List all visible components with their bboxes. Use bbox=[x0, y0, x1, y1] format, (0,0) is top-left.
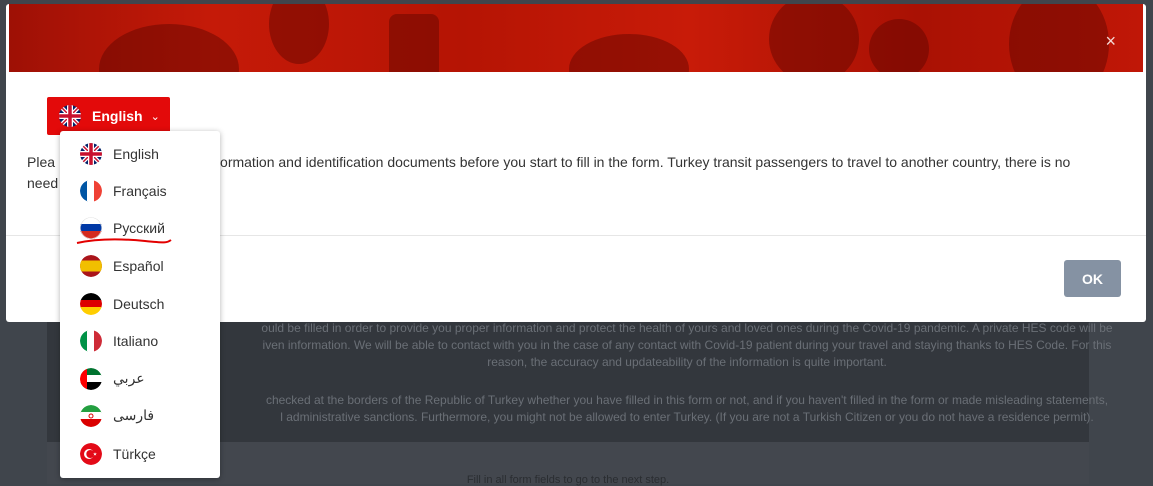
chevron-down-icon: ⌄ bbox=[150, 110, 160, 123]
language-option-english[interactable]: English bbox=[60, 135, 220, 172]
language-option-label: عربي bbox=[113, 370, 145, 386]
uk-flag-icon bbox=[80, 142, 102, 165]
selection-underline-annotation bbox=[76, 238, 172, 244]
italy-flag-icon bbox=[80, 329, 102, 352]
turkey-flag-icon bbox=[80, 442, 102, 465]
header-banner-image bbox=[9, 4, 1143, 72]
info-text: iven information. We will be able to con… bbox=[262, 338, 1112, 352]
close-button[interactable]: × bbox=[1105, 32, 1116, 50]
info-text: reason, the accuracy and updateability o… bbox=[487, 355, 887, 369]
uk-flag-icon bbox=[59, 105, 81, 127]
language-option-label: Español bbox=[113, 257, 164, 274]
france-flag-icon bbox=[80, 179, 102, 202]
body-text-fragment: ormation and identification documents be… bbox=[220, 154, 1071, 170]
language-option-label: Italiano bbox=[113, 332, 159, 349]
info-text: ould be filled in order to provide you p… bbox=[261, 321, 1113, 335]
language-option-arabic[interactable]: عربي bbox=[60, 360, 220, 397]
info-text: l administrative sanctions. Furthermore,… bbox=[280, 410, 1094, 424]
info-text: checked at the borders of the Republic o… bbox=[265, 393, 1109, 407]
language-select-label: English bbox=[92, 108, 143, 124]
language-option-label: Türkçe bbox=[113, 445, 156, 462]
germany-flag-icon bbox=[80, 292, 102, 315]
language-select-button[interactable]: English ⌄ bbox=[47, 97, 170, 135]
language-option-label: Français bbox=[113, 182, 167, 199]
body-text-fragment: Plea bbox=[27, 154, 56, 170]
language-option-spanish[interactable]: Español bbox=[60, 247, 220, 284]
language-option-label: فارسی bbox=[113, 407, 155, 423]
spain-flag-icon bbox=[80, 254, 102, 277]
language-option-french[interactable]: Français bbox=[60, 172, 220, 209]
language-option-label: Deutsch bbox=[113, 295, 165, 312]
body-text-fragment: need bbox=[27, 175, 59, 191]
language-option-german[interactable]: Deutsch bbox=[60, 285, 220, 322]
language-option-label: Русский bbox=[113, 219, 165, 236]
iran-flag-icon bbox=[80, 404, 102, 427]
language-option-italian[interactable]: Italiano bbox=[60, 322, 220, 359]
language-dropdown: English Français Русский Español Deutsch… bbox=[60, 131, 220, 478]
language-option-persian[interactable]: فارسی bbox=[60, 397, 220, 434]
language-option-label: English bbox=[113, 145, 159, 162]
language-option-turkish[interactable]: Türkçe bbox=[60, 435, 220, 472]
ok-button[interactable]: OK bbox=[1064, 260, 1121, 297]
uae-flag-icon bbox=[80, 367, 102, 390]
